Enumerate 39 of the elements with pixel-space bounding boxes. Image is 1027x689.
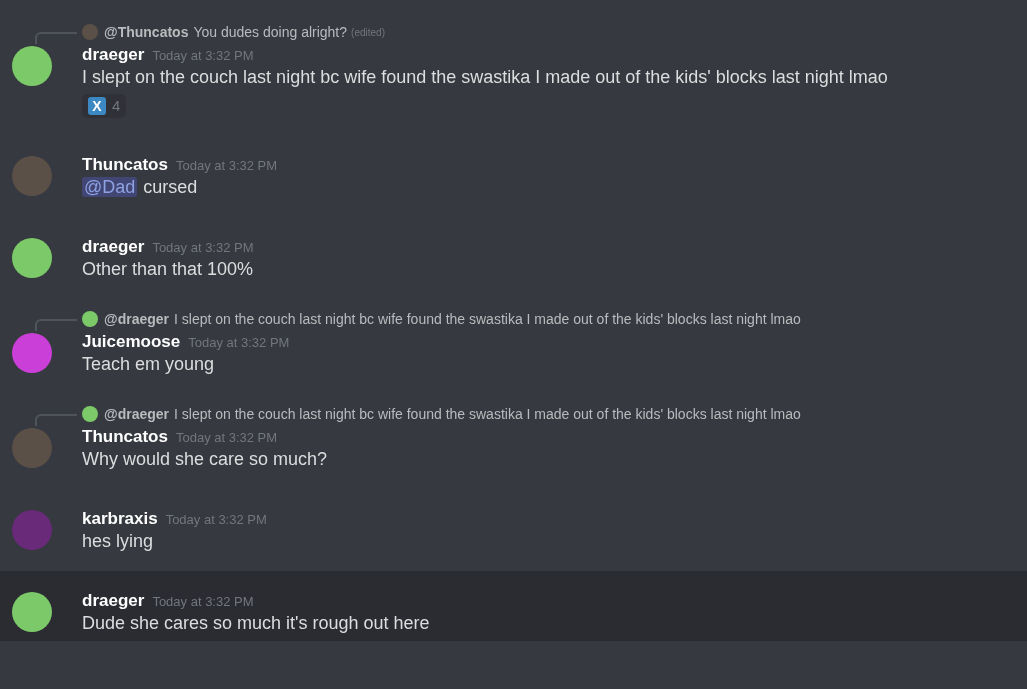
reply-author[interactable]: @draeger xyxy=(104,403,169,425)
reply-spine xyxy=(35,319,77,331)
message-text: Teach em young xyxy=(82,354,215,374)
user-mention[interactable]: @Dad xyxy=(82,177,138,197)
reply-author[interactable]: @Thuncatos xyxy=(104,21,189,43)
avatar-icon[interactable] xyxy=(12,238,52,278)
reply-text[interactable]: I slept on the couch last night bc wife found the swastika I made out of the kids' blocks last night lmao xyxy=(174,308,801,330)
username[interactable]: draeger xyxy=(82,234,145,260)
message-text: Other than that 100% xyxy=(82,259,254,279)
username[interactable]: Thuncatos xyxy=(82,152,168,178)
reaction-chip[interactable]: X 4 xyxy=(82,94,127,118)
timestamp: Today at 3:32 PM xyxy=(152,593,254,611)
username[interactable]: draeger xyxy=(82,588,145,614)
reply-spine xyxy=(35,414,77,426)
edited-label: (edited) xyxy=(351,25,385,40)
timestamp: Today at 3:32 PM xyxy=(152,239,254,257)
reply-author[interactable]: @draeger xyxy=(104,308,169,330)
message-text: Dude she cares so much it's rough out here xyxy=(82,613,430,633)
timestamp: Today at 3:32 PM xyxy=(175,157,278,175)
timestamp: Today at 3:32 PM xyxy=(175,429,278,447)
avatar-icon[interactable] xyxy=(12,333,52,373)
username[interactable]: Juicemoose xyxy=(82,329,181,355)
reply-text[interactable]: I slept on the couch last night bc wife found the swastika I made out of the kids' blocks last night lmao xyxy=(174,403,801,425)
message-text: I slept on the couch last night bc wife found the swastika I made out of the kids' blocks last night lmao xyxy=(82,67,888,87)
timestamp: Today at 3:32 PM xyxy=(152,47,254,65)
username[interactable]: Thuncatos xyxy=(82,424,168,450)
message-text: cursed xyxy=(143,177,198,197)
avatar-icon[interactable] xyxy=(12,46,52,86)
timestamp: Today at 3:32 PM xyxy=(188,334,290,352)
reaction-count: 4 xyxy=(112,95,121,116)
timestamp: Today at 3:32 PM xyxy=(165,511,267,529)
message-text: Why would she care so much? xyxy=(82,449,328,469)
avatar-icon[interactable] xyxy=(12,592,52,632)
username[interactable]: draeger xyxy=(82,42,145,68)
reply-text[interactable]: You dudes doing alright? xyxy=(193,21,348,43)
reaction-emoji: X xyxy=(88,97,106,115)
username[interactable]: karbraxis xyxy=(82,506,158,532)
message-text: hes lying xyxy=(82,531,154,551)
reply-spine xyxy=(35,32,77,44)
